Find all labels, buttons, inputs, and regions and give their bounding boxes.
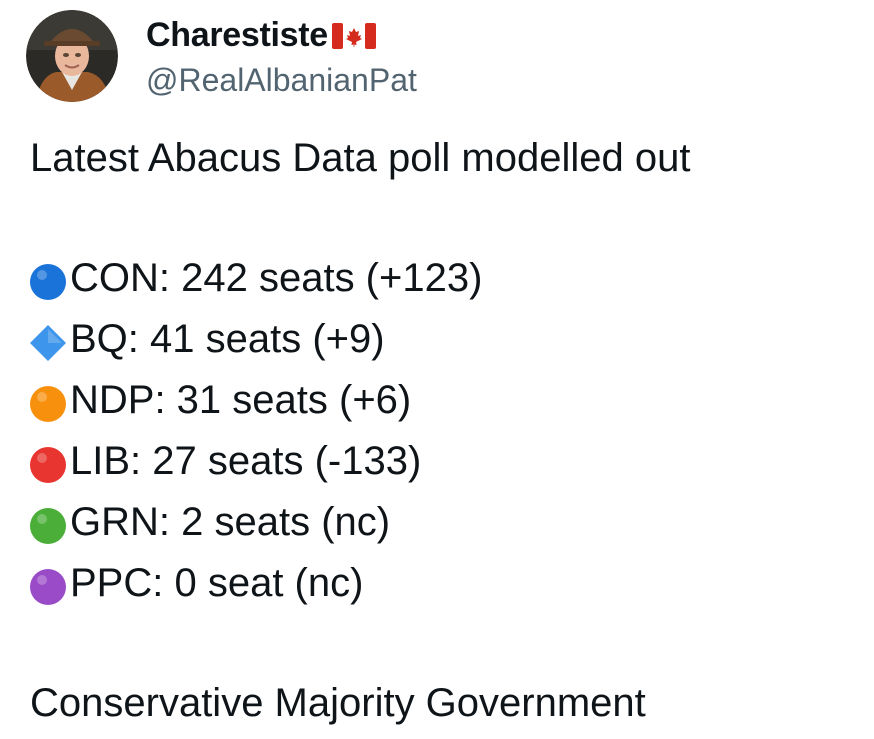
- party-text: GRN: 2 seats (nc): [70, 500, 391, 544]
- tweet-headline: Latest Abacus Data poll modelled out: [30, 136, 691, 180]
- party-text: PPC: 0 seat (nc): [70, 561, 364, 605]
- avatar[interactable]: [26, 10, 118, 102]
- green-circle-icon: [28, 503, 68, 544]
- purple-circle-icon: [28, 564, 68, 605]
- party-line-grn: GRN: 2 seats (nc): [28, 492, 690, 553]
- orange-circle-icon: [28, 381, 68, 422]
- tweet-body: Latest Abacus Data poll modelled out CON…: [30, 128, 690, 734]
- tweet-header: Charestiste @RealAlbanianPat: [26, 10, 417, 102]
- party-line-con: CON: 242 seats (+123): [28, 248, 690, 309]
- blue-diamond-icon: [28, 320, 68, 361]
- party-text: CON: 242 seats (+123): [70, 256, 483, 300]
- canada-flag-icon: [331, 21, 376, 51]
- party-text: BQ: 41 seats (+9): [70, 317, 385, 361]
- author-names: Charestiste @RealAlbanianPat: [146, 14, 417, 99]
- party-line-bq: BQ: 41 seats (+9): [28, 309, 690, 370]
- blue-circle-icon: [28, 259, 68, 300]
- display-name[interactable]: Charestiste: [146, 16, 328, 55]
- party-line-lib: LIB: 27 seats (-133): [28, 431, 690, 492]
- party-line-ppc: PPC: 0 seat (nc): [28, 553, 690, 614]
- party-line-ndp: NDP: 31 seats (+6): [28, 370, 690, 431]
- tweet: Charestiste @RealAlbanianPat Latest Abac…: [0, 0, 874, 739]
- tweet-conclusion: Conservative Majority Government: [30, 681, 646, 725]
- display-name-row: Charestiste: [146, 14, 417, 58]
- party-text: NDP: 31 seats (+6): [70, 378, 412, 422]
- party-text: LIB: 27 seats (-133): [70, 439, 422, 483]
- user-handle[interactable]: @RealAlbanianPat: [146, 62, 417, 99]
- red-circle-icon: [28, 442, 68, 483]
